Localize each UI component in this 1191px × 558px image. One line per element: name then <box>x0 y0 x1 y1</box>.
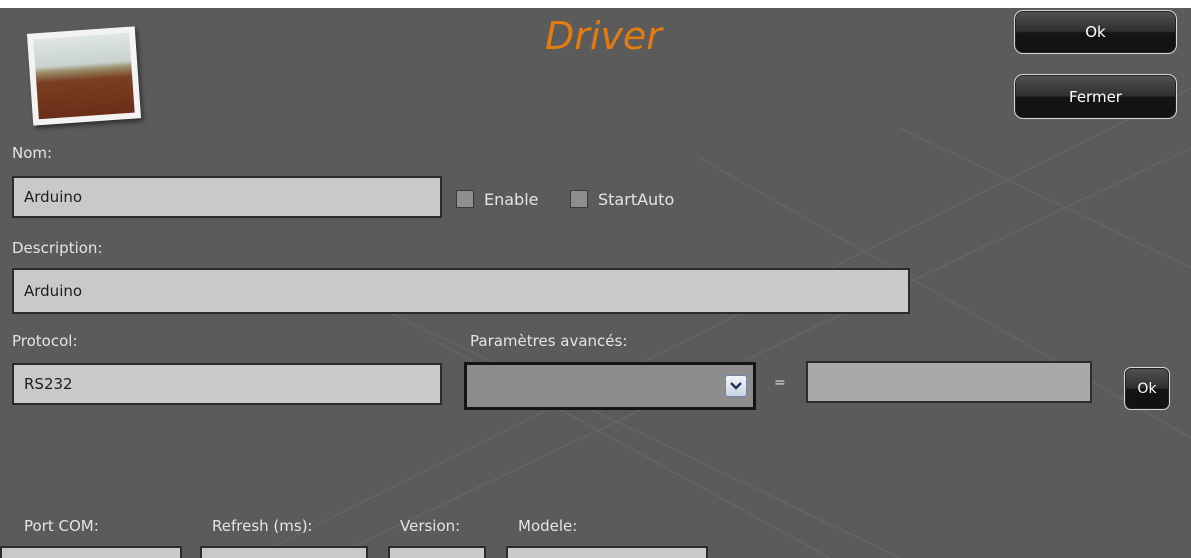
refresh-label: Refresh (ms): <box>212 517 313 535</box>
advanced-value-field[interactable] <box>806 361 1092 403</box>
description-field[interactable]: Arduino <box>12 268 910 314</box>
chevron-down-icon[interactable] <box>725 375 747 397</box>
port-com-label: Port COM: <box>24 517 99 535</box>
advanced-params-label: Paramètres avancés: <box>470 332 628 350</box>
enable-checkbox[interactable] <box>456 190 474 208</box>
version-label: Version: <box>400 517 461 535</box>
modele-field[interactable] <box>506 546 708 558</box>
close-button[interactable]: Fermer <box>1014 74 1177 119</box>
ok-button[interactable]: Ok <box>1014 10 1177 54</box>
enable-label: Enable <box>484 190 539 209</box>
protocol-field[interactable]: RS232 <box>12 363 442 405</box>
description-label: Description: <box>12 239 103 257</box>
modele-label: Modele: <box>518 517 578 535</box>
driver-image-icon <box>26 26 142 126</box>
name-field[interactable]: Arduino <box>12 176 442 218</box>
refresh-field[interactable] <box>200 546 368 558</box>
driver-dialog: Driver Ok Fermer Nom: Arduino Enable Sta… <box>0 8 1191 558</box>
equals-sign: = <box>774 375 786 391</box>
advanced-ok-button[interactable]: Ok <box>1124 367 1170 410</box>
start-auto-checkbox[interactable] <box>570 190 588 208</box>
version-field[interactable] <box>388 546 486 558</box>
port-com-field[interactable] <box>0 546 182 558</box>
window-title: Driver <box>545 14 662 58</box>
advanced-params-select[interactable] <box>464 362 756 410</box>
name-label: Nom: <box>12 144 53 162</box>
start-auto-label: StartAuto <box>598 190 675 209</box>
protocol-label: Protocol: <box>12 332 78 350</box>
